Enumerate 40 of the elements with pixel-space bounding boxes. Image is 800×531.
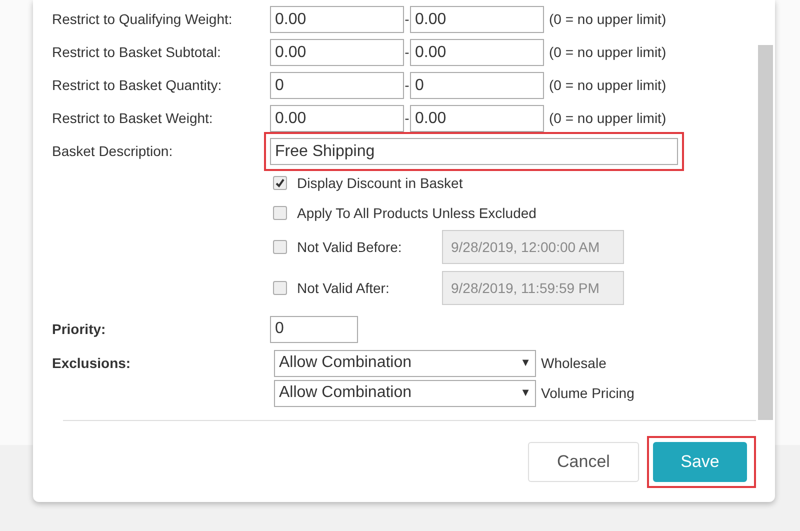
field-label: Exclusions: [52,354,132,372]
cancel-button[interactable]: Cancel [528,442,639,482]
exclusion-name: Volume Pricing [541,384,634,403]
checkbox-label: Apply To All Products Unless Excluded [297,204,536,223]
input-field[interactable]: 0.00 [410,6,544,33]
description-field[interactable]: Free Shipping [270,138,678,165]
priority-field[interactable]: 0 [270,316,358,342]
checkbox-label: Display Discount in Basket [297,174,463,193]
checkbox[interactable] [273,206,287,220]
caret-icon: ▼ [520,354,531,372]
hint-text: (0 = no upper limit) [549,43,666,62]
hint-text: (0 = no upper limit) [549,109,666,128]
field-label: Restrict to Basket Weight: [52,109,214,128]
dash-separator: - [404,10,410,29]
input-field[interactable]: 0.00 [410,39,544,66]
input-field[interactable]: 0.00 [270,105,404,132]
checkbox[interactable] [273,281,287,295]
caret-icon: ▼ [520,384,531,402]
checkbox-label: Not Valid Before: [297,238,403,256]
select-field[interactable]: Allow Combination ▼ [274,380,536,406]
dash-separator: - [404,76,410,95]
exclusion-name: Wholesale [541,354,606,372]
hint-text: (0 = no upper limit) [549,76,666,95]
dash-separator: - [404,109,410,128]
input-field[interactable]: 0 [270,72,404,99]
field-label: Basket Description: [52,142,174,161]
field-label: Priority: [52,320,107,339]
dash-separator: - [404,43,410,62]
field-label: Restrict to Basket Subtotal: [52,43,222,62]
checkbox[interactable] [273,176,287,190]
input-field[interactable]: 0.00 [270,39,404,66]
checkbox[interactable] [273,240,287,254]
field-label: Restrict to Qualifying Weight: [52,10,234,29]
field-label: Restrict to Basket Quantity: [52,76,223,95]
hint-text: (0 = no upper limit) [549,10,666,29]
input-field[interactable]: 0 [410,72,544,99]
checkbox-label: Not Valid After: [297,278,390,298]
input-field[interactable]: 0.00 [270,6,404,33]
input-field[interactable]: 0.00 [410,105,544,132]
select-field[interactable]: Allow Combination ▼ [274,350,536,376]
